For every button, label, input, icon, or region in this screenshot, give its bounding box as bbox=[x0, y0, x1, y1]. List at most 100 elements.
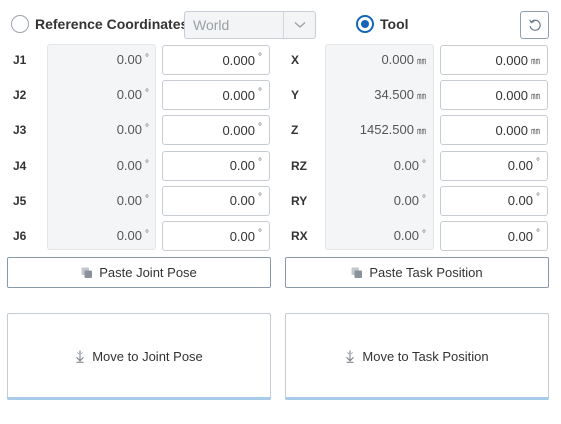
target-value: 0.00 bbox=[229, 228, 255, 244]
task-target-input-x[interactable]: 0.000 ㎜ bbox=[440, 45, 548, 75]
joint-current-value-j3: 0.00 ° bbox=[117, 122, 149, 137]
joint-label-j3: J3 bbox=[13, 123, 27, 138]
move-to-task-position-label: Move to Task Position bbox=[362, 349, 489, 364]
paste-joint-pose-label: Paste Joint Pose bbox=[99, 265, 197, 280]
unit-label: ° bbox=[536, 192, 540, 204]
copy-icon bbox=[351, 267, 363, 279]
joint-target-input-j2[interactable]: 0.000 ° bbox=[162, 80, 270, 111]
joint-target-input-j4[interactable]: 0.00 ° bbox=[162, 150, 270, 181]
task-target-input-rz[interactable]: 0.00 ° bbox=[440, 150, 548, 181]
target-value: 0.000 bbox=[222, 52, 255, 68]
reset-icon bbox=[528, 18, 542, 32]
move-down-icon bbox=[75, 350, 85, 363]
move-down-icon bbox=[345, 350, 355, 363]
joint-label-j4: J4 bbox=[13, 158, 27, 173]
unit-label: ° bbox=[258, 157, 262, 169]
task-target-input-ry[interactable]: 0.00 ° bbox=[440, 185, 548, 216]
unit-label: ° bbox=[258, 192, 262, 204]
task-target-input-rx[interactable]: 0.00 ° bbox=[440, 221, 548, 251]
task-current-value-x: 0.000 ㎜ bbox=[381, 52, 426, 67]
unit-label: ° bbox=[145, 53, 149, 64]
joint-current-value-j4: 0.00 ° bbox=[117, 158, 149, 173]
task-label-rz: RZ bbox=[291, 158, 307, 173]
move-to-task-position-button[interactable]: Move to Task Position bbox=[285, 313, 549, 400]
task-label-z: Z bbox=[291, 123, 299, 138]
task-current-value-z: 1452.500 ㎜ bbox=[360, 122, 426, 137]
unit-label: ㎜ bbox=[416, 56, 426, 66]
radio-checked[interactable] bbox=[356, 15, 374, 33]
reference-frame-value: World bbox=[193, 17, 230, 33]
joint-label-j6: J6 bbox=[13, 229, 27, 243]
unit-label: ° bbox=[536, 227, 540, 239]
task-label-ry: RY bbox=[291, 193, 308, 208]
reset-button[interactable] bbox=[520, 11, 549, 39]
current-value: 0.00 bbox=[116, 87, 142, 103]
unit-label: ㎜ bbox=[416, 126, 426, 137]
current-value: 0.00 bbox=[116, 122, 142, 138]
unit-label: ° bbox=[258, 227, 262, 239]
task-target-input-y[interactable]: 0.000 ㎜ bbox=[440, 80, 548, 111]
move-to-joint-pose-button[interactable]: Move to Joint Pose bbox=[7, 313, 271, 400]
reference-coordinates-radio[interactable]: Reference Coordinates bbox=[11, 15, 188, 33]
target-value: 0.000 bbox=[222, 122, 255, 138]
joint-current-value-j6: 0.00 ° bbox=[117, 228, 149, 243]
current-value: 0.000 bbox=[381, 52, 414, 67]
copy-icon bbox=[81, 267, 93, 279]
radio-unchecked[interactable] bbox=[11, 15, 29, 33]
paste-joint-pose-button[interactable]: Paste Joint Pose bbox=[7, 257, 271, 288]
current-value: 34.500 bbox=[374, 87, 414, 103]
joint-current-value-j1: 0.00 ° bbox=[117, 52, 149, 67]
current-value: 0.00 bbox=[393, 157, 419, 173]
target-value: 0.000 bbox=[222, 87, 255, 103]
target-value: 0.00 bbox=[507, 228, 533, 244]
unit-label: ㎜ bbox=[530, 90, 540, 101]
current-value: 0.00 bbox=[116, 157, 142, 173]
target-value: 0.00 bbox=[507, 193, 533, 209]
joint-target-input-j1[interactable]: 0.000 ° bbox=[162, 45, 270, 75]
task-current-value-rz: 0.00 ° bbox=[394, 158, 426, 173]
reference-frame-select[interactable]: World bbox=[184, 11, 316, 39]
target-value: 0.00 bbox=[507, 158, 533, 174]
unit-label: ° bbox=[422, 229, 426, 240]
task-target-input-z[interactable]: 0.000 ㎜ bbox=[440, 115, 548, 146]
task-current-value-ry: 0.00 ° bbox=[394, 193, 426, 208]
task-current-value-rx: 0.00 ° bbox=[394, 228, 426, 243]
current-value: 0.00 bbox=[116, 192, 142, 208]
current-value: 0.00 bbox=[116, 228, 142, 243]
joint-target-input-j5[interactable]: 0.00 ° bbox=[162, 185, 270, 216]
unit-label: ㎜ bbox=[530, 55, 540, 66]
task-current-panel bbox=[325, 44, 434, 250]
joint-label-j5: J5 bbox=[13, 193, 27, 208]
current-value: 1452.500 bbox=[359, 122, 414, 138]
joint-current-panel bbox=[47, 44, 156, 250]
task-label-x: X bbox=[291, 53, 300, 67]
joint-target-input-j3[interactable]: 0.000 ° bbox=[162, 115, 270, 146]
target-value: 0.00 bbox=[229, 193, 255, 209]
unit-label: ° bbox=[422, 158, 426, 170]
unit-label: ° bbox=[536, 157, 540, 169]
unit-label: ° bbox=[145, 158, 149, 170]
unit-label: ㎜ bbox=[530, 125, 540, 136]
joint-label-j2: J2 bbox=[13, 88, 27, 103]
unit-label: ° bbox=[145, 229, 149, 240]
unit-label: ° bbox=[258, 121, 262, 133]
paste-task-position-label: Paste Task Position bbox=[369, 265, 483, 280]
reference-coordinates-label: Reference Coordinates bbox=[35, 16, 189, 32]
joint-label-j1: J1 bbox=[13, 53, 27, 67]
chevron-down-icon[interactable] bbox=[283, 12, 315, 38]
task-label-rx: RX bbox=[291, 229, 308, 243]
tool-label: Tool bbox=[380, 16, 409, 32]
unit-label: ㎜ bbox=[416, 91, 426, 102]
joint-current-value-j5: 0.00 ° bbox=[117, 193, 149, 208]
paste-task-position-button[interactable]: Paste Task Position bbox=[285, 257, 549, 288]
target-value: 0.000 bbox=[495, 87, 528, 103]
current-value: 0.00 bbox=[393, 228, 419, 243]
task-current-value-y: 34.500 ㎜ bbox=[374, 87, 426, 102]
target-value: 0.00 bbox=[229, 158, 255, 174]
unit-label: ° bbox=[258, 86, 262, 98]
tool-radio[interactable]: Tool bbox=[356, 15, 409, 33]
current-value: 0.00 bbox=[393, 192, 419, 208]
joint-target-input-j6[interactable]: 0.00 ° bbox=[162, 221, 270, 251]
move-to-joint-pose-label: Move to Joint Pose bbox=[92, 349, 203, 364]
current-value: 0.00 bbox=[116, 52, 142, 67]
